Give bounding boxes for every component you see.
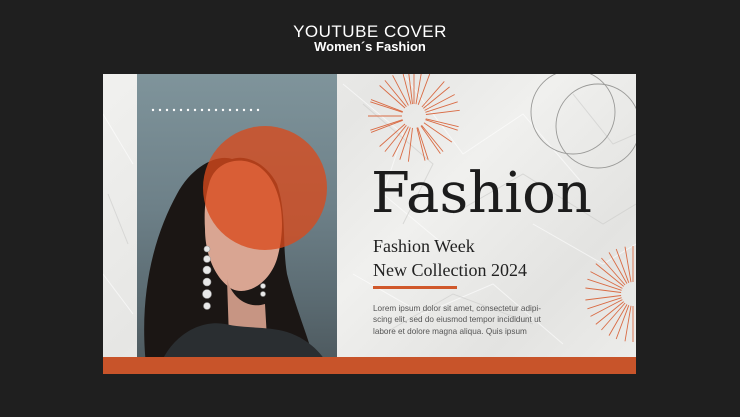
accent-divider (373, 286, 457, 289)
headline: Fashion (371, 161, 592, 226)
subheading-fashion-week: Fashion Week (373, 236, 475, 256)
dotted-line-ornament (151, 108, 260, 112)
cover-banner: Fashion Fashion Week New Collection 2024… (103, 74, 636, 374)
orange-circle-overlay (203, 126, 327, 250)
bottom-accent-bar (103, 357, 636, 374)
subheading-collection: New Collection 2024 (373, 260, 527, 280)
body-text: Lorem ipsum dolor sit amet, consectetur … (373, 304, 541, 336)
header-subtitle: Women´s Fashion (314, 39, 426, 54)
model-photo (137, 74, 337, 374)
